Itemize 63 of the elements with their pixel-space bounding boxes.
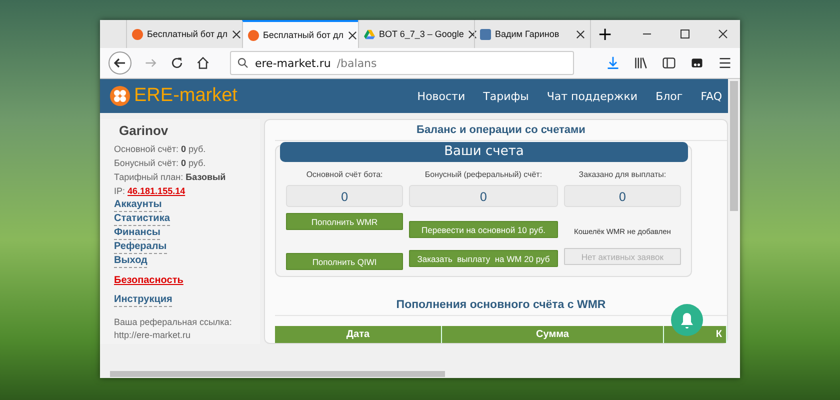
close-icon[interactable] bbox=[232, 30, 241, 38]
close-icon[interactable] bbox=[468, 30, 477, 38]
search-icon bbox=[237, 57, 249, 69]
site-logo[interactable]: ERE-market bbox=[134, 85, 238, 107]
action-button[interactable]: Перевести на основной 10 руб. bbox=[409, 221, 558, 238]
triangle-icon bbox=[364, 28, 375, 40]
extension-icon[interactable] bbox=[690, 56, 704, 70]
horizontal-scrollbar[interactable] bbox=[100, 370, 740, 378]
nav-link[interactable]: Новости bbox=[417, 90, 466, 102]
reload-icon[interactable] bbox=[170, 56, 184, 70]
download-icon[interactable] bbox=[606, 56, 620, 70]
back-icon[interactable] bbox=[108, 51, 132, 75]
sidebar-link[interactable]: Выход bbox=[114, 255, 148, 268]
home-icon[interactable] bbox=[196, 56, 210, 70]
sidebar-icon[interactable] bbox=[662, 56, 676, 70]
account-stat: Тарифный план: Базовый bbox=[114, 171, 227, 184]
nav-link[interactable]: Чат поддержки bbox=[546, 90, 638, 102]
balance-field: 0 bbox=[409, 185, 558, 207]
referral-label: Ваша реферальная ссылка: bbox=[114, 316, 233, 328]
site-favicon-icon bbox=[132, 28, 143, 40]
vertical-scrollbar[interactable] bbox=[728, 79, 740, 370]
account-stat: Бонусный счёт: 0 руб. bbox=[114, 157, 207, 170]
menu-icon[interactable] bbox=[718, 56, 732, 70]
referral-link[interactable]: http://ere-market.ru bbox=[114, 329, 254, 341]
sidebar-link[interactable]: Инструкция bbox=[114, 294, 172, 307]
square-favicon-icon bbox=[480, 28, 491, 40]
address-field[interactable]: ere-market.ru /balans bbox=[230, 51, 574, 75]
bell-button[interactable] bbox=[671, 304, 703, 336]
username: Garinov bbox=[119, 123, 170, 138]
action-button[interactable]: Пополнить WMR bbox=[286, 213, 404, 230]
sidebar-link[interactable]: Финансы bbox=[114, 227, 160, 240]
account-label: Основной счёт бота: bbox=[306, 170, 383, 179]
new-tab-button[interactable]: + bbox=[590, 20, 619, 48]
logo-icon bbox=[110, 86, 130, 106]
close-icon[interactable] bbox=[348, 30, 357, 40]
sidebar-link[interactable]: Аккаунты bbox=[114, 199, 162, 212]
sidebar-link[interactable]: Статистика bbox=[114, 213, 170, 226]
library-icon[interactable] bbox=[634, 56, 648, 70]
nav-link[interactable]: FAQ bbox=[700, 90, 722, 102]
sidebar-link[interactable]: Рефералы bbox=[114, 241, 167, 254]
close-icon[interactable] bbox=[718, 29, 728, 39]
close-icon[interactable] bbox=[576, 30, 585, 38]
column-header: Сумма bbox=[442, 326, 664, 343]
browser-tab[interactable]: BOT 6_7_3 – Google bbox=[358, 20, 474, 48]
balance-field: 0 bbox=[564, 185, 681, 207]
site-favicon-icon bbox=[248, 30, 259, 40]
action-button[interactable]: Заказать выплату на WM 20 руб bbox=[409, 250, 558, 267]
maximize-icon[interactable] bbox=[680, 29, 690, 39]
account-stat: Основной счёт: 0 руб. bbox=[114, 143, 207, 156]
ip-label: IP: bbox=[114, 186, 126, 196]
accounts-header: Ваши счета bbox=[280, 142, 688, 162]
nav-link[interactable]: Тарифы bbox=[483, 90, 529, 102]
nav-link[interactable]: Блог bbox=[656, 90, 683, 102]
action-button[interactable]: Пополнить QIWI bbox=[286, 253, 404, 270]
account-label: Бонусный (реферальный) счёт: bbox=[424, 170, 542, 179]
browser-tab[interactable]: Вадим Гаринов bbox=[474, 20, 590, 48]
ip-link[interactable]: 46.181.155.14 bbox=[128, 186, 186, 196]
browser-tab[interactable]: Бесплатный бот дл bbox=[242, 20, 358, 48]
sidebar-link[interactable]: Безопасность bbox=[114, 275, 184, 287]
balance-field: 0 bbox=[286, 185, 404, 207]
section-title: Баланс и операции со счетами bbox=[275, 120, 727, 141]
column-header: Дата bbox=[275, 326, 442, 343]
account-label: Заказано для выплаты: bbox=[578, 170, 666, 179]
